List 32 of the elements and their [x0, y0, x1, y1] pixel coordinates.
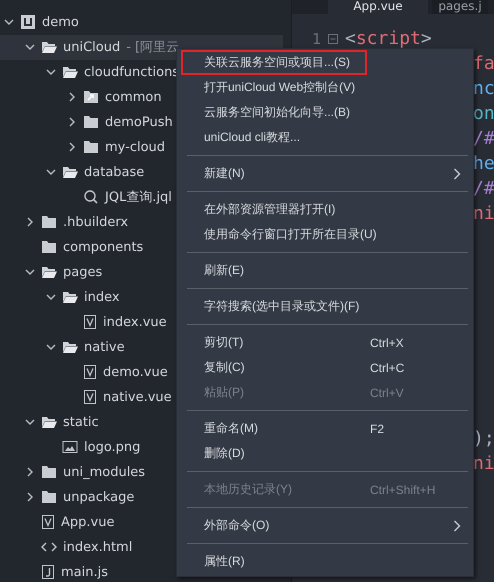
- code-fragment: );: [473, 427, 494, 451]
- tree-item-label: database: [84, 164, 144, 180]
- tree-item-label: uni_modules: [63, 464, 146, 480]
- code-fragment: on: [473, 102, 494, 126]
- line-number: 1: [312, 30, 322, 48]
- tree-item-label: uniCloud: [63, 40, 120, 54]
- tree-item-label: JQL查询.jql: [105, 189, 172, 206]
- tree-item-label: index: [84, 290, 120, 304]
- code-fragment: he: [473, 152, 494, 176]
- tree-item-label: logo.png: [84, 440, 140, 454]
- code-line: <script>: [345, 28, 432, 49]
- tree-item-label: my-cloud: [105, 140, 166, 154]
- tree-item-label: demoPush: [105, 114, 173, 130]
- tree-item-label: native.vue: [103, 390, 172, 404]
- tree-item-label: App.vue: [61, 514, 114, 530]
- tree-item-label: components: [63, 240, 144, 254]
- tree-item-label: demo: [42, 14, 79, 30]
- tree-item-label: demo.vue: [103, 364, 168, 380]
- tree-item-label: common: [105, 90, 162, 104]
- tree-item-label: index.vue: [103, 314, 167, 330]
- code-fragment: ni: [473, 452, 494, 476]
- code-fragment: fa: [473, 52, 494, 76]
- tree-item-label: pages: [63, 264, 102, 280]
- tree-item-label: index.html: [63, 540, 132, 554]
- tree-item-label: native: [84, 340, 125, 354]
- tree-item-label: cloudfunctions: [84, 64, 180, 80]
- tree-item-label: unpackage: [63, 490, 134, 504]
- tree-item-label: static: [63, 414, 99, 430]
- tree-item-label: .hbuilderx: [63, 214, 128, 230]
- code-fragment: nc: [473, 77, 494, 101]
- tree-item-label: main.js: [61, 564, 108, 580]
- code-fragment: ni: [473, 202, 494, 226]
